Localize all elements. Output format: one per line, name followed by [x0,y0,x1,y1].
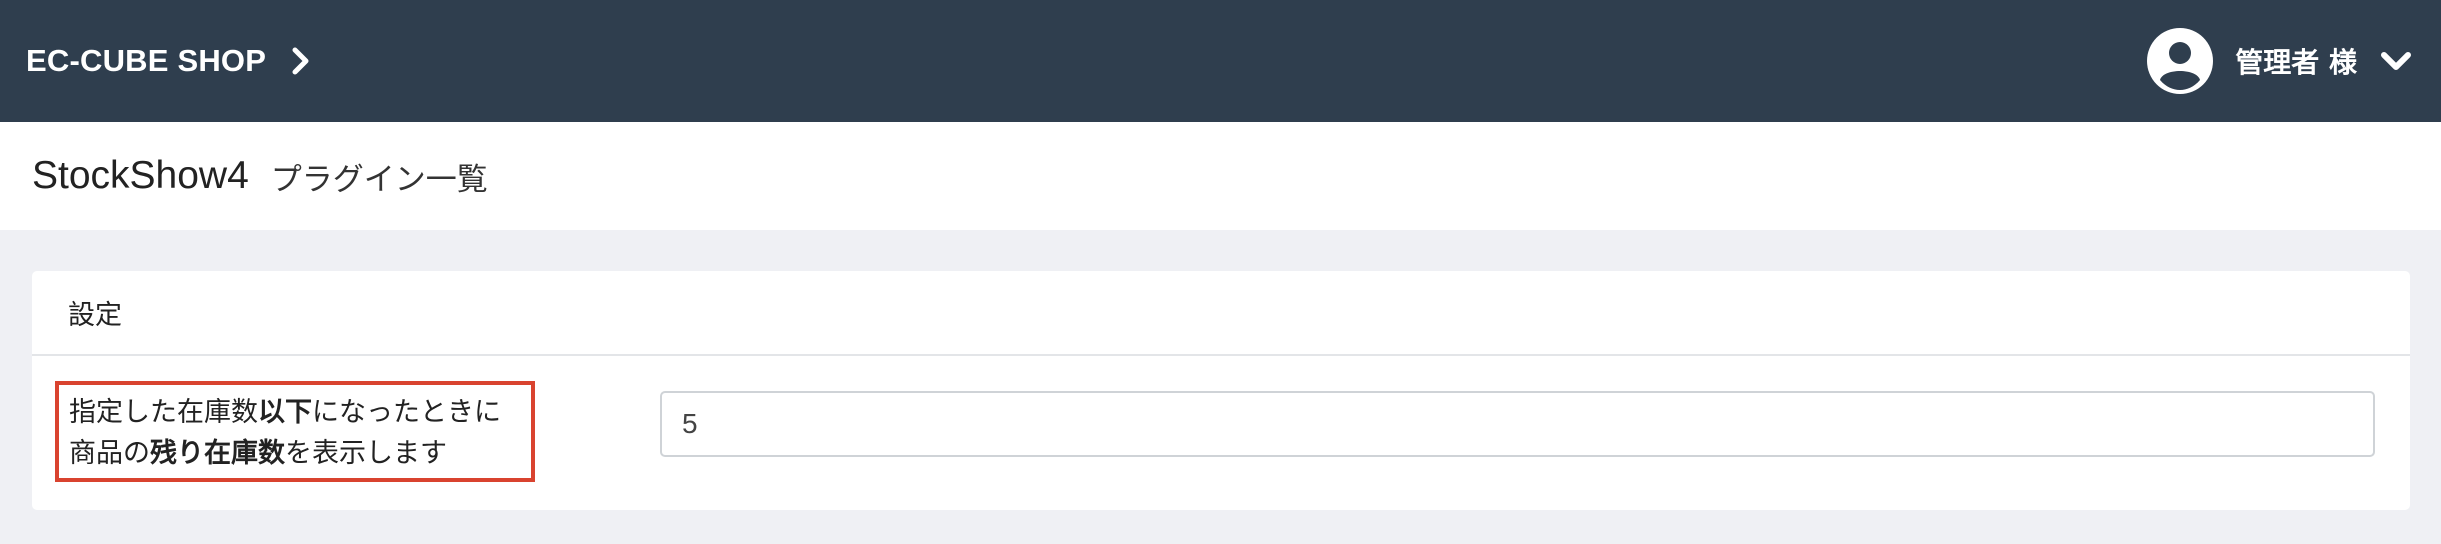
user-name[interactable]: 管理者 様 [2235,41,2357,81]
label-line-1: 指定した在庫数以下になったときに [69,392,531,433]
label-text: になったときに [312,397,501,428]
label-text: 指定した在庫数 [69,397,258,428]
top-navbar: EC-CUBE SHOP 管理者 様 [0,0,2441,122]
page-header: StockShow4 プラグイン一覧 [0,122,2441,230]
page-subtitle: プラグイン一覧 [270,161,488,198]
user-menu[interactable]: 管理者 様 [2147,28,2413,94]
label-text: を表示します [285,438,447,469]
card-body: 指定した在庫数以下になったときに 商品の残り在庫数を表示します [32,356,2410,508]
stock-threshold-input[interactable] [660,391,2375,457]
label-emphasis: 残り在庫数 [150,438,285,469]
card-header: 設定 [32,271,2410,356]
label-line-2: 商品の残り在庫数を表示します [69,433,531,474]
chevron-down-icon[interactable] [2379,49,2413,73]
shop-brand[interactable]: EC-CUBE SHOP [26,43,314,79]
label-text: 商品の [69,438,150,469]
stock-threshold-label: 指定した在庫数以下になったときに 商品の残り在庫数を表示します [55,381,535,482]
label-emphasis: 以下 [258,397,312,428]
shop-name[interactable]: EC-CUBE SHOP [26,43,266,79]
page-title: StockShow4 [32,154,249,197]
user-avatar-icon[interactable] [2147,28,2214,94]
chevron-right-icon[interactable] [288,46,314,76]
card-title: 設定 [68,300,122,331]
settings-card: 設定 指定した在庫数以下になったときに 商品の残り在庫数を表示します [32,271,2410,510]
